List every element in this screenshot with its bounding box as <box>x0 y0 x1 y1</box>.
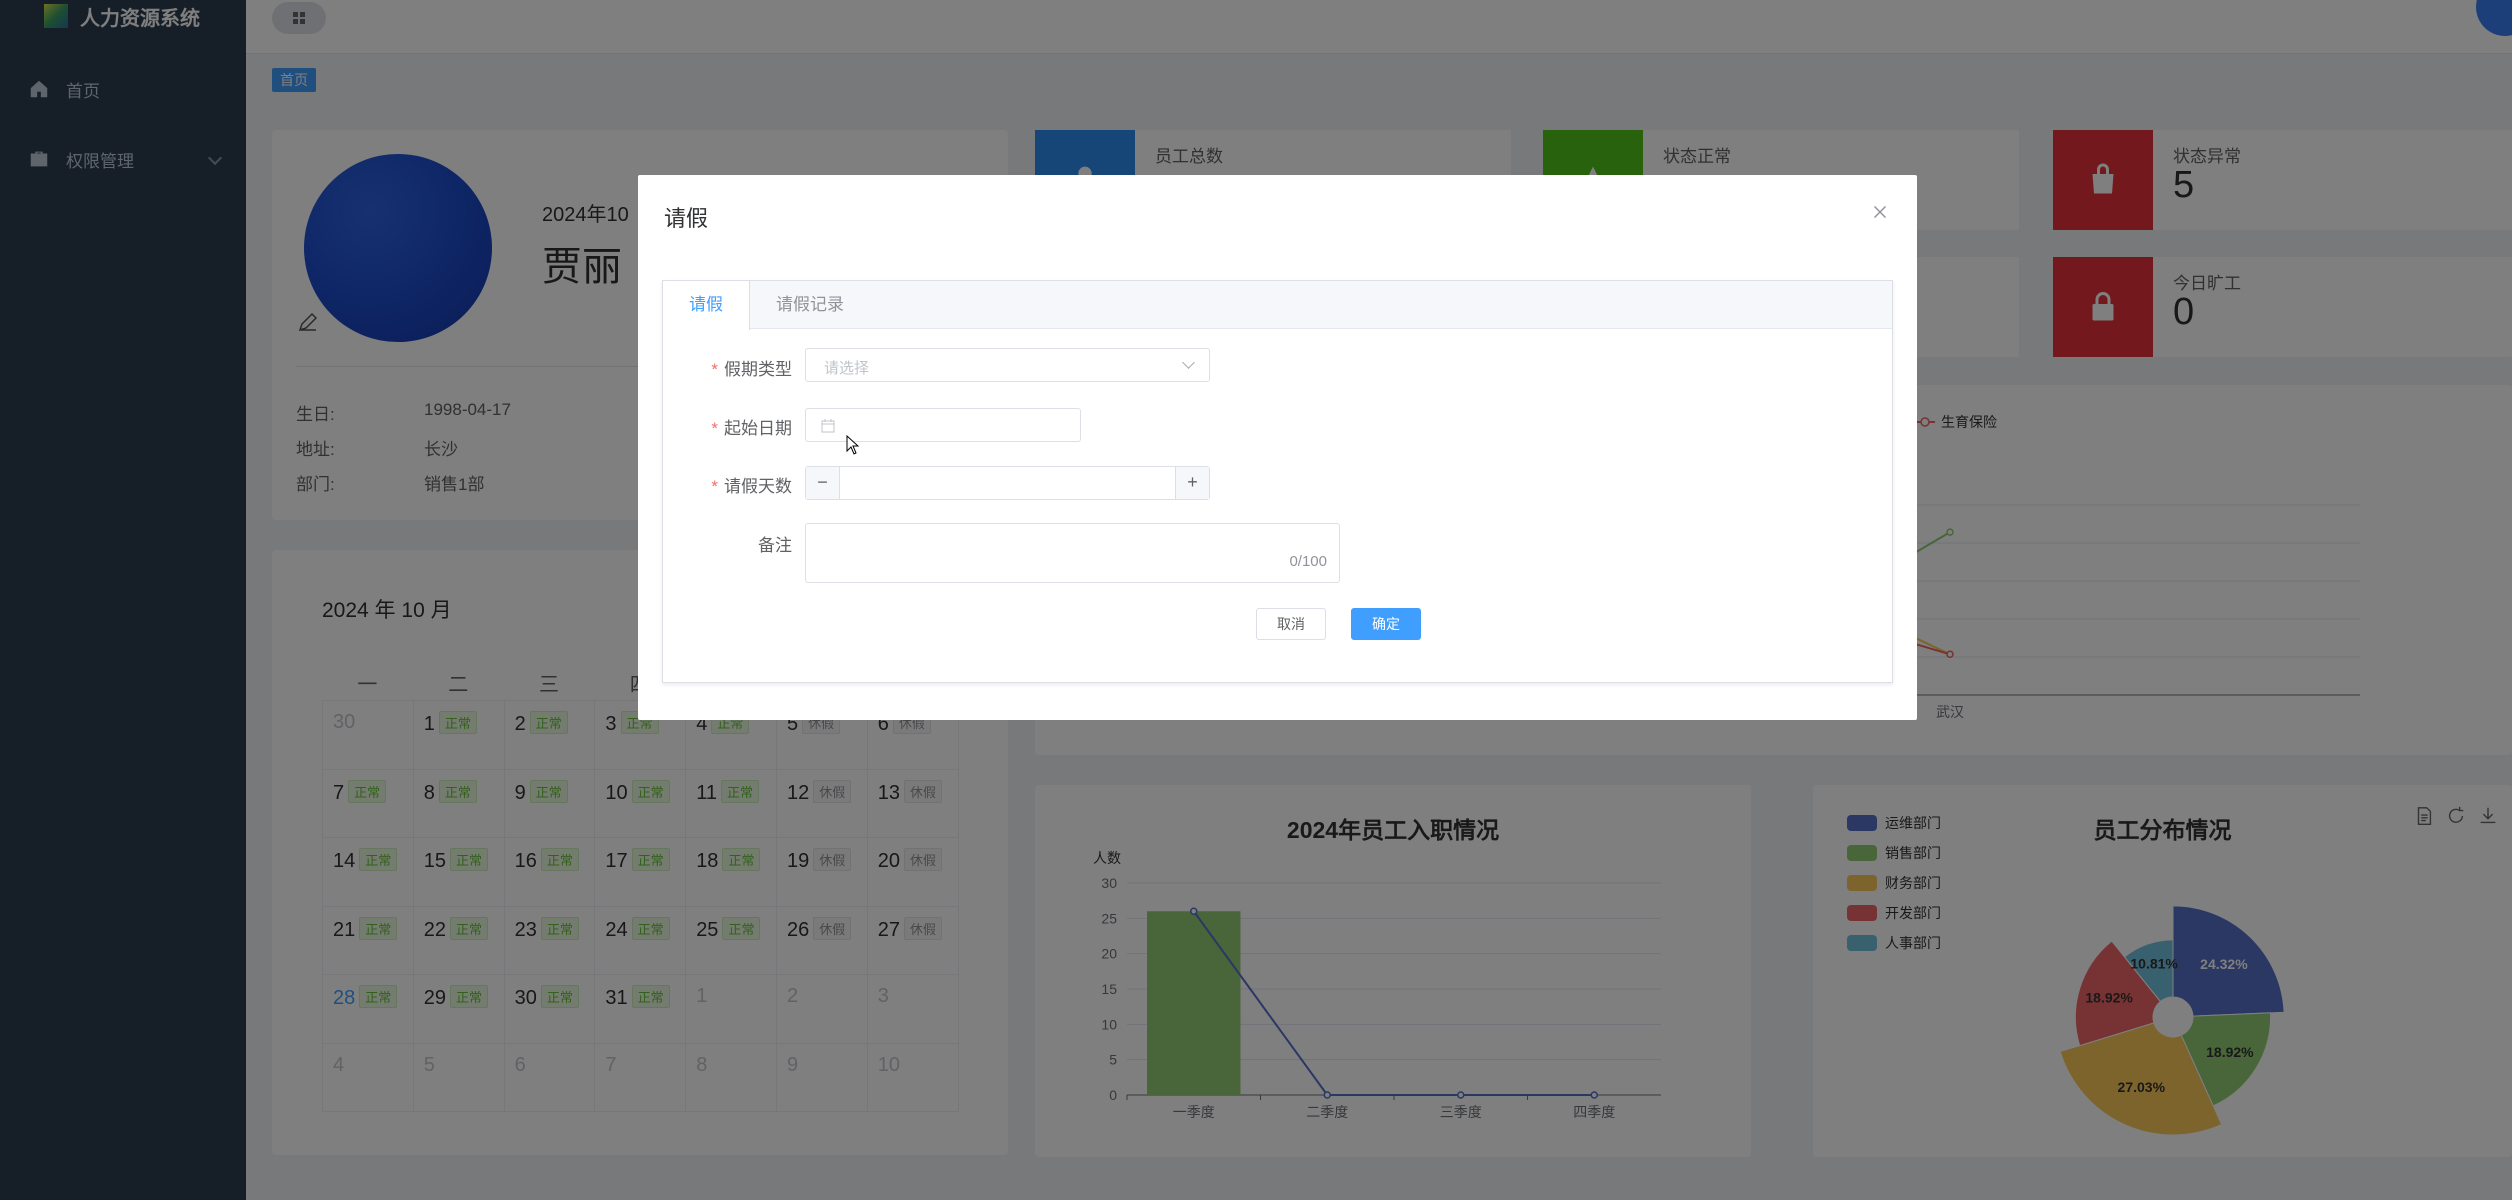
increment-button[interactable]: + <box>1175 467 1209 499</box>
confirm-button[interactable]: 确定 <box>1351 608 1421 640</box>
remark-textarea[interactable]: 0/100 <box>805 523 1340 583</box>
char-counter: 0/100 <box>1289 553 1327 570</box>
remark-label: 备注 <box>758 536 792 555</box>
mouse-cursor-icon <box>846 435 860 455</box>
days-stepper[interactable]: − + <box>805 466 1210 500</box>
chevron-down-icon <box>1182 356 1195 369</box>
tabs-nav: 请假 请假记录 <box>663 281 1892 330</box>
select-placeholder: 请选择 <box>824 360 870 377</box>
tab-leave[interactable]: 请假 <box>663 281 750 330</box>
days-label: * 请假天数 <box>711 477 792 496</box>
tab-leave-records[interactable]: 请假记录 <box>750 281 870 329</box>
close-icon[interactable] <box>1869 201 1891 223</box>
start-date-label: * 起始日期 <box>711 419 792 438</box>
decrement-button[interactable]: − <box>806 467 840 499</box>
calendar-icon <box>821 419 835 433</box>
cancel-button[interactable]: 取消 <box>1256 608 1326 640</box>
leave-type-select[interactable]: 请选择 <box>805 348 1210 382</box>
dialog-title: 请假 <box>664 206 709 231</box>
leave-type-label: * 假期类型 <box>711 360 792 379</box>
